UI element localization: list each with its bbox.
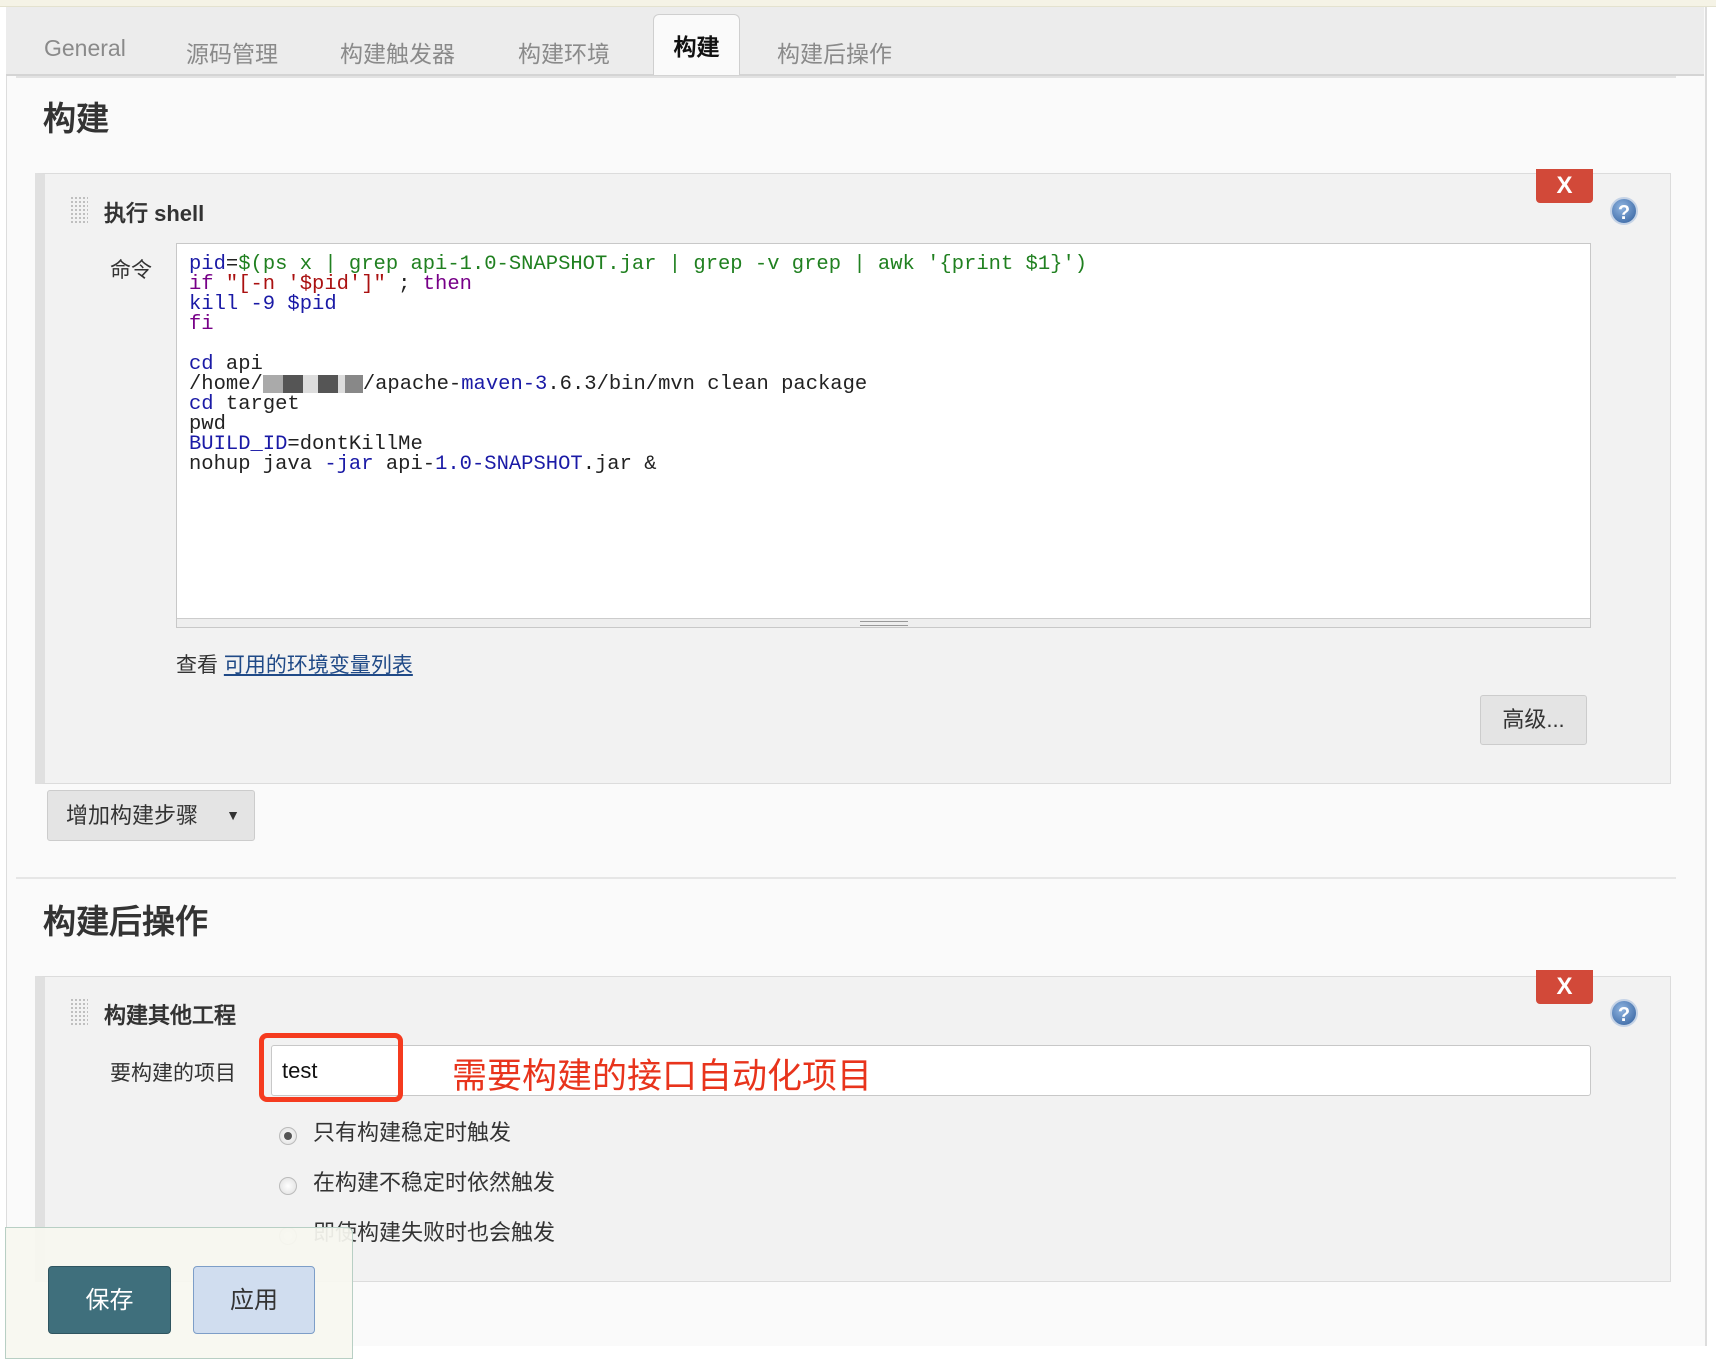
- post-build-heading: 构建后操作: [43, 903, 208, 940]
- build-other-projects-title: 构建其他工程: [104, 1003, 237, 1028]
- drag-handle-icon[interactable]: [70, 196, 88, 224]
- code-line: if "[-n '$pid']" ; then: [189, 273, 1578, 296]
- highlight-box: [259, 1033, 403, 1102]
- delete-post-step-button[interactable]: X: [1536, 970, 1593, 1004]
- code-token: maven-3: [461, 373, 548, 396]
- redacted-text: [262, 374, 363, 393]
- code-token: then: [422, 273, 472, 296]
- radio-unstable[interactable]: [279, 1177, 297, 1195]
- code-line: /home//apache-maven-3.6.3/bin/mvn clean …: [189, 373, 1578, 396]
- build-heading: 构建: [43, 100, 109, 137]
- add-build-step-button[interactable]: 增加构建步骤 ▼: [47, 790, 255, 841]
- resize-handle[interactable]: [177, 618, 1590, 627]
- radio-label: 只有构建稳定时触发: [313, 1120, 512, 1145]
- env-vars-link[interactable]: 可用的环境变量列表: [224, 654, 413, 677]
- help-icon[interactable]: ?: [1610, 999, 1638, 1027]
- code-line: cd api: [189, 354, 1578, 376]
- save-button[interactable]: 保存: [48, 1266, 171, 1334]
- help-icon[interactable]: ?: [1610, 197, 1638, 225]
- code-token: api-: [373, 453, 436, 476]
- code-token: target: [213, 393, 300, 416]
- radio-label: 在构建不稳定时依然触发: [313, 1170, 556, 1195]
- shell-step-title: 执行 shell: [104, 201, 205, 226]
- code-token: .6.3/bin/mvn clean package: [547, 373, 868, 396]
- code-token: 1.0-SNAPSHOT: [435, 453, 583, 476]
- tab-scm[interactable]: 源码管理: [186, 35, 278, 69]
- code-token: ;: [385, 273, 423, 296]
- section-divider: [16, 877, 1676, 879]
- tab-bar: General 源码管理 构建触发器 构建环境 构建 构建后操作: [6, 7, 1704, 76]
- delete-step-button[interactable]: X: [1536, 169, 1593, 203]
- code-line: kill -9 $pid: [189, 294, 1578, 316]
- code-token: .jar &: [582, 453, 657, 476]
- tab-post-build[interactable]: 构建后操作: [777, 35, 892, 69]
- tab-build[interactable]: 构建: [653, 14, 740, 75]
- code-line: BUILD_ID=dontKillMe: [189, 434, 1578, 456]
- add-build-step-label: 增加构建步骤: [66, 803, 199, 828]
- env-vars-prefix: 查看: [176, 654, 224, 677]
- apply-button[interactable]: 应用: [193, 1266, 315, 1334]
- code-token: fi: [189, 313, 214, 336]
- projects-label: 要构建的项目: [110, 1062, 236, 1085]
- annotation-text: 需要构建的接口自动化项目: [452, 1057, 873, 1096]
- drag-handle-icon[interactable]: [70, 998, 88, 1026]
- code-line: fi: [189, 313, 1578, 336]
- divider: [16, 76, 1676, 78]
- top-border: [0, 0, 1716, 7]
- command-label: 命令: [110, 259, 152, 282]
- code-line: cd target: [189, 393, 1578, 416]
- tab-triggers[interactable]: 构建触发器: [340, 35, 455, 69]
- tab-environment[interactable]: 构建环境: [518, 35, 610, 69]
- code-line: nohup java -jar api-1.0-SNAPSHOT.jar &: [189, 453, 1578, 476]
- advanced-button[interactable]: 高级...: [1480, 695, 1587, 745]
- caret-down-icon: ▼: [226, 807, 240, 823]
- code-line: pid=$(ps x | grep api-1.0-SNAPSHOT.jar |…: [189, 254, 1578, 276]
- code-token: -jar: [324, 453, 374, 476]
- env-vars-hint: 查看 可用的环境变量列表: [176, 649, 413, 679]
- tab-general[interactable]: General: [44, 35, 126, 62]
- code-token: /apache-: [362, 373, 462, 396]
- code-line: pwd: [189, 414, 1578, 436]
- command-textarea[interactable]: pid=$(ps x | grep api-1.0-SNAPSHOT.jar |…: [176, 243, 1591, 628]
- code-token: nohup java: [189, 453, 325, 476]
- radio-stable-only[interactable]: [279, 1127, 297, 1145]
